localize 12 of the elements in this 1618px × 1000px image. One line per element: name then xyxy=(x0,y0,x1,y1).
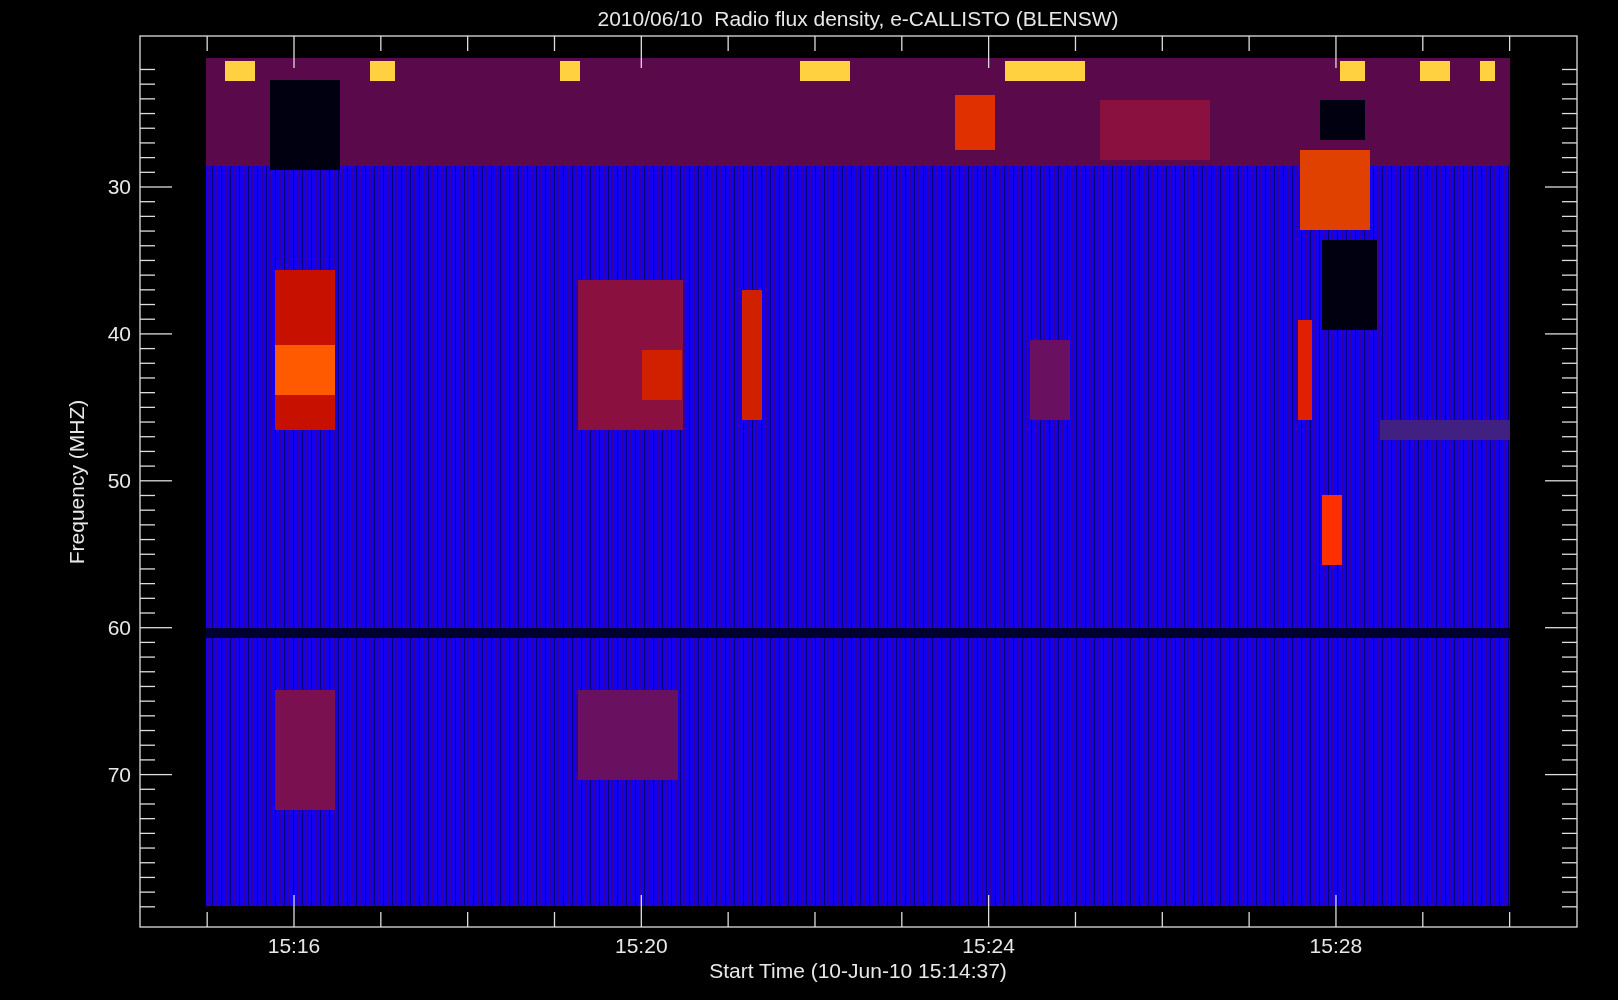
y-tick-label: 40 xyxy=(107,321,131,345)
x-tick-label: 15:16 xyxy=(267,934,321,957)
x-axis-label: Start Time (10-Jun-10 15:14:37) xyxy=(709,959,1007,982)
x-tick-label: 15:28 xyxy=(1309,934,1363,957)
y-tick-label: 50 xyxy=(107,468,131,492)
chart-title: 2010/06/10 Radio flux density, e-CALLISTO (BLENSW) xyxy=(597,7,1119,30)
y-tick-label: 60 xyxy=(107,615,131,639)
y-tick-label: 30 xyxy=(107,175,131,198)
x-tick-label: 15:20 xyxy=(615,934,668,957)
y-tick-label: 70 xyxy=(107,762,131,786)
y-axis-label: Frequency (MHZ) xyxy=(65,399,88,565)
x-tick-label: 15:24 xyxy=(962,934,1015,957)
